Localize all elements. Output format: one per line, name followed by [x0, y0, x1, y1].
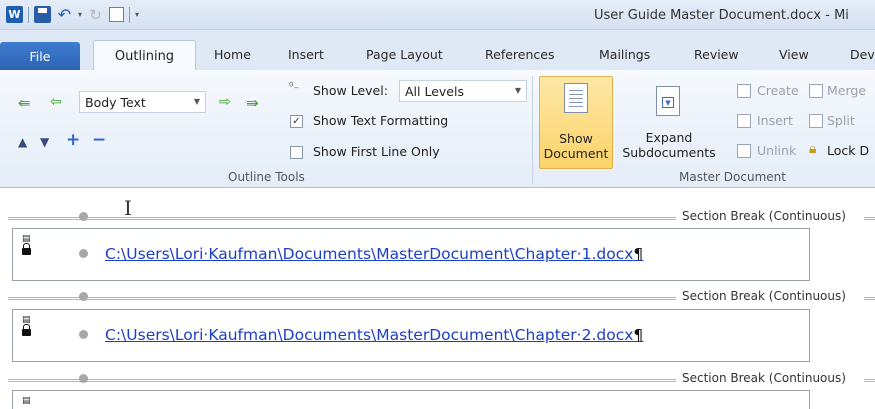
demote-icon[interactable]: ⇨: [219, 94, 231, 110]
show-document-label-2: Document: [543, 146, 609, 161]
outline-bullet[interactable]: [79, 374, 88, 383]
title-bar: W ↶ ▾ ↻ ▾ User Guide Master Document.doc…: [0, 0, 875, 30]
expand-icon[interactable]: +: [66, 130, 80, 150]
master-document-group-label: Master Document: [679, 170, 786, 184]
lock-document-button[interactable]: Lock D: [827, 143, 869, 158]
redo-icon[interactable]: ↻: [87, 6, 104, 24]
window-title: User Guide Master Document.docx - Mi: [594, 8, 849, 23]
tab-home[interactable]: Home: [214, 47, 251, 62]
subdocument-icon[interactable]: ▤: [22, 397, 31, 406]
lock-icon: [22, 243, 31, 255]
section-break: Section Break (Continuous): [8, 371, 875, 385]
merge-subdocument-icon: [809, 84, 823, 98]
expand-subdocuments-icon: ▼: [656, 86, 680, 116]
subdocument-link[interactable]: C:\Users\Lori·Kaufman\Documents\MasterDo…: [105, 326, 643, 344]
tab-outlining[interactable]: Outlining: [93, 40, 196, 71]
paragraph-mark: ¶: [633, 326, 644, 344]
subdocument-box: ▤ C:\Users\Lori·Kaufman\Documents\Master…: [12, 228, 810, 281]
qat-separator: [129, 6, 131, 23]
subdocument-box: ▤: [12, 390, 810, 409]
qat-separator: [28, 6, 29, 23]
split-subdocument-icon: [809, 114, 823, 128]
merge-subdocument-button[interactable]: Merge: [827, 83, 866, 98]
show-document-button[interactable]: Show Document: [539, 76, 613, 169]
text-cursor-icon: I: [124, 196, 132, 220]
show-document-label-1: Show: [559, 131, 593, 146]
ribbon: ⇚ ⇦ Body Text ▼ ⇨ ⇛ ▲ ▼ + − ⁰₋ Show Leve…: [0, 70, 875, 188]
tab-file[interactable]: File: [0, 42, 80, 70]
lock-icon: [22, 324, 31, 336]
group-separator: [532, 76, 533, 184]
unlink-subdocument-icon: [737, 144, 751, 158]
subdocument-box: ▤ C:\Users\Lori·Kaufman\Documents\Master…: [12, 309, 810, 362]
outline-level-value: Body Text: [85, 94, 146, 110]
quick-access-toolbar: W ↶ ▾ ↻ ▾: [6, 5, 139, 24]
show-text-formatting-checkbox[interactable]: ✓: [290, 115, 303, 128]
show-level-combo[interactable]: All Levels ▼: [399, 80, 527, 102]
show-first-line-only-label[interactable]: Show First Line Only: [313, 144, 440, 159]
show-level-value: All Levels: [405, 83, 464, 99]
chevron-down-icon[interactable]: ▼: [515, 86, 521, 95]
show-first-line-only-checkbox[interactable]: [290, 146, 303, 159]
outline-bullet[interactable]: [79, 330, 88, 339]
tab-review[interactable]: Review: [694, 47, 739, 62]
tab-developer[interactable]: Dev: [850, 47, 875, 62]
promote-to-heading1-icon[interactable]: ⇚: [18, 94, 31, 112]
undo-icon[interactable]: ↶: [56, 5, 73, 24]
section-break-label: Section Break (Continuous): [681, 371, 847, 385]
ribbon-tabs: File Outlining Home Insert Page Layout R…: [0, 30, 875, 71]
document-area[interactable]: Section Break (Continuous) ▤ C:\Users\Lo…: [0, 189, 875, 409]
tab-mailings[interactable]: Mailings: [599, 47, 650, 62]
tab-view[interactable]: View: [779, 47, 809, 62]
collapse-icon[interactable]: −: [92, 130, 106, 150]
chevron-down-icon[interactable]: ▼: [194, 97, 200, 106]
word-app-icon[interactable]: W: [6, 6, 23, 23]
print-preview-icon[interactable]: [109, 7, 125, 22]
section-break-label: Section Break (Continuous): [681, 209, 847, 223]
tab-page-layout[interactable]: Page Layout: [366, 47, 443, 62]
section-break: Section Break (Continuous): [8, 289, 875, 303]
expand-subdocuments-label-1: Expand: [645, 130, 693, 145]
outline-bullet[interactable]: [79, 212, 88, 221]
subdocument-link[interactable]: C:\Users\Lori·Kaufman\Documents\MasterDo…: [105, 245, 643, 263]
split-subdocument-button[interactable]: Split: [827, 113, 855, 128]
paragraph-mark: ¶: [633, 245, 644, 263]
move-up-icon[interactable]: ▲: [18, 135, 27, 149]
section-break: Section Break (Continuous): [8, 209, 875, 223]
create-subdocument-button[interactable]: Create: [757, 83, 799, 98]
outline-tools-group-label: Outline Tools: [228, 170, 305, 184]
unlink-subdocument-button[interactable]: Unlink: [757, 143, 796, 158]
lock-document-icon: 🔒︎: [809, 141, 817, 157]
promote-icon[interactable]: ⇦: [50, 94, 62, 110]
section-break-label: Section Break (Continuous): [681, 289, 847, 303]
show-level-icon: ⁰₋: [289, 80, 300, 93]
show-level-label: Show Level:: [313, 83, 388, 98]
expand-subdocuments-button[interactable]: ▼ Expand Subdocuments: [614, 76, 724, 169]
show-text-formatting-label[interactable]: Show Text Formatting: [313, 113, 448, 128]
save-icon[interactable]: [34, 6, 51, 23]
insert-subdocument-button[interactable]: Insert: [757, 113, 793, 128]
outline-level-combo[interactable]: Body Text ▼: [79, 91, 206, 113]
insert-subdocument-icon: [737, 114, 751, 128]
expand-subdocuments-label-2: Subdocuments: [622, 145, 716, 160]
undo-dropdown-icon[interactable]: ▾: [78, 10, 82, 19]
demote-to-body-text-icon[interactable]: ⇛: [246, 94, 259, 112]
tab-insert[interactable]: Insert: [288, 47, 324, 62]
move-down-icon[interactable]: ▼: [40, 135, 49, 149]
outline-bullet[interactable]: [79, 249, 88, 258]
outline-bullet[interactable]: [79, 292, 88, 301]
tab-references[interactable]: References: [485, 47, 554, 62]
show-document-icon: [564, 83, 588, 113]
customize-qat-icon[interactable]: ▾: [135, 10, 139, 19]
create-subdocument-icon: [737, 84, 751, 98]
